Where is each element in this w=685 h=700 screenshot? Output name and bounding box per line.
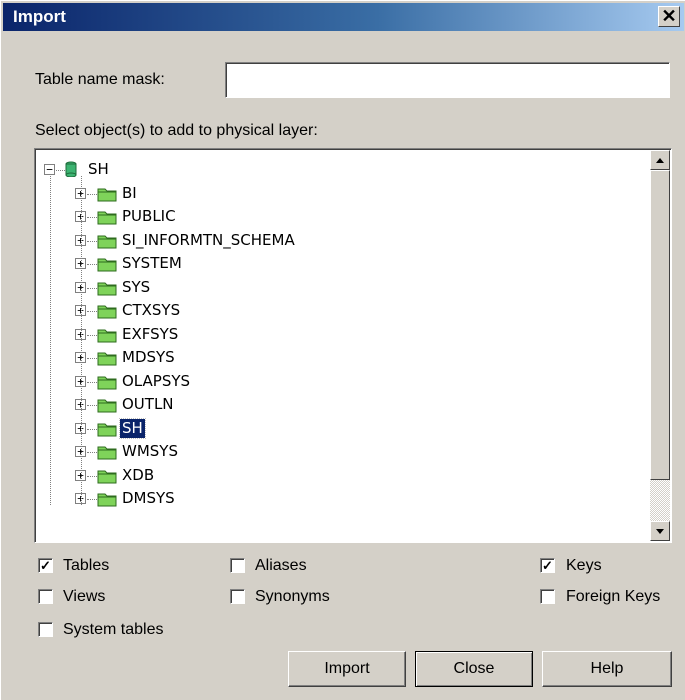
tree-node-label[interactable]: SYSTEM bbox=[120, 254, 184, 273]
close-window-button[interactable]: ✕ bbox=[658, 6, 680, 27]
import-dialog: Import ✕ Table name mask: Select object(… bbox=[0, 0, 685, 700]
scroll-up-button[interactable] bbox=[650, 150, 670, 170]
folder-icon bbox=[97, 374, 117, 390]
system-tables-checkbox[interactable] bbox=[38, 622, 53, 637]
folder-icon bbox=[97, 444, 117, 460]
tree-node-label[interactable]: BI bbox=[120, 184, 139, 203]
tree-node-label[interactable]: XDB bbox=[120, 466, 156, 485]
system-tables-label: System tables bbox=[63, 621, 164, 638]
synonyms-checkbox[interactable] bbox=[230, 589, 245, 604]
folder-icon bbox=[97, 209, 117, 225]
table-name-mask-label: Table name mask: bbox=[35, 71, 165, 88]
aliases-checkbox[interactable] bbox=[230, 558, 245, 573]
aliases-label: Aliases bbox=[255, 557, 307, 574]
arrow-down-icon bbox=[656, 529, 664, 534]
tree-root-expander[interactable]: − bbox=[44, 164, 55, 175]
tree-node-label[interactable]: MDSYS bbox=[120, 348, 177, 367]
tree-node-label[interactable]: EXFSYS bbox=[120, 325, 180, 344]
folder-icon bbox=[97, 303, 117, 319]
check-icon: ✓ bbox=[40, 558, 51, 573]
folder-icon bbox=[97, 256, 117, 272]
tables-checkbox[interactable]: ✓ bbox=[38, 558, 53, 573]
tree-root-label[interactable]: SH bbox=[86, 160, 111, 179]
foreign-keys-label: Foreign Keys bbox=[566, 588, 661, 605]
arrow-up-icon bbox=[656, 158, 664, 163]
keys-label: Keys bbox=[566, 557, 602, 574]
tree-node-label[interactable]: CTXSYS bbox=[120, 301, 182, 320]
foreign-keys-checkbox[interactable] bbox=[540, 589, 555, 604]
title-bar[interactable]: Import ✕ bbox=[3, 3, 684, 31]
folder-icon bbox=[97, 397, 117, 413]
tree-node-label[interactable]: OUTLN bbox=[120, 395, 176, 414]
window-title: Import bbox=[13, 7, 66, 26]
tree-node-label[interactable]: WMSYS bbox=[120, 442, 180, 461]
check-icon: ✓ bbox=[542, 558, 553, 573]
tree-node-label[interactable]: PUBLIC bbox=[120, 207, 178, 226]
vertical-scrollbar[interactable] bbox=[650, 150, 670, 541]
table-name-mask-input[interactable] bbox=[225, 62, 670, 98]
tree-node-label[interactable]: OLAPSYS bbox=[120, 372, 192, 391]
close-icon: ✕ bbox=[661, 6, 677, 26]
views-checkbox[interactable] bbox=[38, 589, 53, 604]
scroll-thumb[interactable] bbox=[650, 170, 670, 480]
tree-node-label[interactable]: DMSYS bbox=[120, 489, 177, 508]
tree-caption: Select object(s) to add to physical laye… bbox=[35, 122, 318, 139]
import-button[interactable]: Import bbox=[288, 651, 406, 687]
scroll-track[interactable] bbox=[650, 480, 670, 521]
folder-icon bbox=[97, 233, 117, 249]
keys-checkbox[interactable]: ✓ bbox=[540, 558, 555, 573]
folder-icon bbox=[97, 421, 117, 437]
scroll-down-button[interactable] bbox=[650, 521, 670, 541]
tables-label: Tables bbox=[63, 557, 110, 574]
views-label: Views bbox=[63, 588, 106, 605]
close-button[interactable]: Close bbox=[415, 651, 533, 687]
folder-icon bbox=[97, 186, 117, 202]
folder-icon bbox=[97, 491, 117, 507]
help-button[interactable]: Help bbox=[542, 651, 672, 687]
folder-icon bbox=[97, 350, 117, 366]
object-tree[interactable]: − SH + BI + PUBLIC + SI_INFORMTN_SCHEMA + SYSTEM… bbox=[34, 148, 672, 543]
tree-node-label[interactable]: SYS bbox=[120, 278, 152, 297]
database-icon bbox=[65, 161, 77, 177]
tree-node-label[interactable]: SH bbox=[119, 417, 146, 439]
synonyms-label: Synonyms bbox=[255, 588, 330, 605]
folder-icon bbox=[97, 327, 117, 343]
folder-icon bbox=[97, 280, 117, 296]
folder-icon bbox=[97, 468, 117, 484]
tree-node-label[interactable]: SI_INFORMTN_SCHEMA bbox=[120, 231, 297, 250]
